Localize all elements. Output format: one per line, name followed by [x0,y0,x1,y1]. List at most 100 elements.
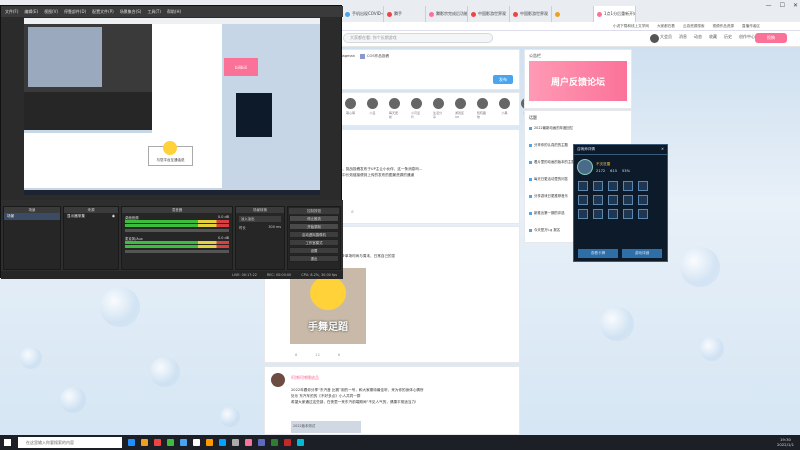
following-avatar[interactable]: 每天更新 [389,98,400,125]
send-button[interactable]: 发布 [493,75,513,84]
obs-preview[interactable]: bilibili 与您平台互通话说 [24,18,320,195]
maximize-icon[interactable]: ☐ [780,2,785,9]
post-button[interactable]: 投稿 [755,33,787,43]
taskbar-clock[interactable]: 19:30 2022/1/1 [777,437,794,447]
volume-slider[interactable] [125,229,229,232]
feedback-banner[interactable]: 周户反馈论坛 [529,61,627,101]
bookmark-item[interactable]: 小说下载和线上文学网 [613,24,649,29]
search-input[interactable]: 大家都在看: 你个长期游戏 [343,33,493,43]
browser-tab[interactable] [552,6,594,22]
nav-item[interactable]: 历史 [724,34,732,40]
nav-item[interactable]: 收藏 [709,34,717,40]
post-author[interactable]: 阿博阿博播放品 [291,375,319,381]
source-item[interactable]: 显示器采集 ◉ [64,213,118,220]
post-image[interactable]: 手舞足蹈 [290,268,366,344]
taskbar-app-icon[interactable] [141,439,148,446]
nav-item[interactable]: 大会员 [660,34,672,40]
topic-list-item[interactable]: 2022最新动画的年度回忆 [525,125,631,132]
taskbar-app-icon[interactable] [232,439,239,446]
obs-control-button[interactable]: 工作室模式 [289,239,339,246]
view-cards-button[interactable]: 查看卡牌 [578,249,618,258]
obs-menu-item[interactable]: 编辑(E) [24,9,38,15]
taskbar-app-icon[interactable] [258,439,265,446]
bookmark-item[interactable]: 视频作品资源 [712,24,734,29]
obs-menu-item[interactable]: 配置文件(P) [92,9,114,15]
taskbar-app-icon[interactable] [245,439,252,446]
close-icon[interactable]: ✕ [661,147,664,152]
nested-tooltip: 与您平台互通话说 [148,141,193,166]
following-avatar[interactable]: 萌心驿 [345,98,356,125]
sources-dock: 来源 显示器采集 ◉ [63,206,119,270]
post-thumbnail[interactable]: 2022版本测试 [291,421,361,433]
following-avatar[interactable]: 知晓趣味 [477,98,488,125]
close-icon[interactable]: ✕ [793,2,798,9]
bookmark-item[interactable]: 云游资源搜索 [683,24,705,29]
obs-menu-item[interactable]: 工具(T) [147,9,161,15]
controls-dock: 控制按钮 停止推流 开始录制 启动虚拟摄像机 工作室模式 设置 退出 [287,206,341,270]
following-avatar[interactable]: 游戏区UP [455,98,466,125]
browser-tab[interactable]: 中国影游世界观 [468,6,510,22]
taskbar-app-icon[interactable] [206,439,213,446]
track-db: 0.0 dB [218,215,229,219]
rank-icon [608,209,618,219]
obs-control-button[interactable]: 启动虚拟摄像机 [289,231,339,238]
nav-item[interactable]: 消息 [679,34,687,40]
taskbar-search[interactable]: 在这里输入你要搜索的内容 [18,437,122,448]
topic-tag[interactable]: COS作品投稿 [360,54,389,59]
taskbar-app-icon[interactable] [219,439,226,446]
tab-label: 1点1分后重新开始 (1 卷 5) [604,11,636,16]
obs-menu-item[interactable]: 停靠部件(D) [64,9,86,15]
obs-control-button[interactable]: 退出 [289,255,339,262]
audio-meter [125,220,229,223]
windows-start-icon[interactable] [4,439,11,446]
bookmark-item[interactable]: 大家都在看 [657,24,675,29]
volume-slider[interactable] [125,250,229,253]
taskbar-app-icon[interactable] [297,439,304,446]
minimize-icon[interactable]: — [766,2,772,9]
obs-menu-item[interactable]: 视图(V) [44,9,58,15]
obs-menu-item[interactable]: 帮助(H) [167,9,181,15]
taskbar-app-icon[interactable] [154,439,161,446]
bubble-decoration [60,387,86,413]
comment-count[interactable]: 12 [315,353,320,357]
topic-item-label: 2022最新动画的年度回忆 [534,126,574,130]
nav-item[interactable]: 创作中心 [739,34,755,40]
like-count[interactable]: 8 [295,353,297,357]
tab-favicon-icon [345,11,350,17]
following-avatar[interactable]: 小黑 [499,98,510,125]
following-avatar[interactable]: 小可爱吖 [411,98,422,125]
scene-item[interactable]: 场景 [4,213,60,220]
user-avatar[interactable] [650,34,659,43]
obs-menu-item[interactable]: 文件(F) [5,9,18,15]
obs-control-button[interactable]: 开始录制 [289,223,339,230]
game-details-button[interactable]: 游戏详细 [622,249,662,258]
obs-menu-item[interactable]: 场景集合(S) [120,9,142,15]
taskbar-app-icon[interactable] [180,439,187,446]
browser-tab[interactable]: 手机出现COVID-4 [342,6,384,22]
browser-tab[interactable]: 腾影宗完成后功能 [426,6,468,22]
taskbar-app-icon[interactable] [271,439,278,446]
obs-control-button[interactable]: 停止推流 [289,215,339,222]
comment-count[interactable]: 8 [351,210,353,214]
following-avatar[interactable]: 小吕 [367,98,378,125]
browser-tab[interactable]: 1点1分后重新开始 (1 卷 5) [594,6,636,22]
taskbar-app-icon[interactable] [284,439,291,446]
taskbar-app-icon[interactable] [167,439,174,446]
taskbar-app-icon[interactable] [128,439,135,446]
bookmark-item[interactable]: 直播作者区 [742,24,760,29]
author-avatar[interactable] [271,373,285,387]
post-line: 希望大家通过这些部，在夜里一来东汽前端期间“不见人气的，健康平常适当力! [291,400,417,404]
nav-item[interactable]: 动态 [694,34,702,40]
duration-input[interactable]: 300 ms [268,225,281,230]
browser-tab[interactable]: 腾手 [384,6,426,22]
transition-select[interactable]: 淡入淡出 [239,216,281,222]
avatar-name: 小可爱吖 [411,111,421,119]
window-controls: — ☐ ✕ [766,2,798,9]
taskbar-app-icon[interactable] [193,439,200,446]
share-count[interactable]: 6 [338,353,340,357]
eye-icon[interactable]: ◉ [112,214,115,219]
browser-tab[interactable]: 中国影游世界观 [510,6,552,22]
rank-icon [623,195,633,205]
obs-control-button[interactable]: 设置 [289,247,339,254]
following-avatar[interactable]: 生活分享 [433,98,444,125]
